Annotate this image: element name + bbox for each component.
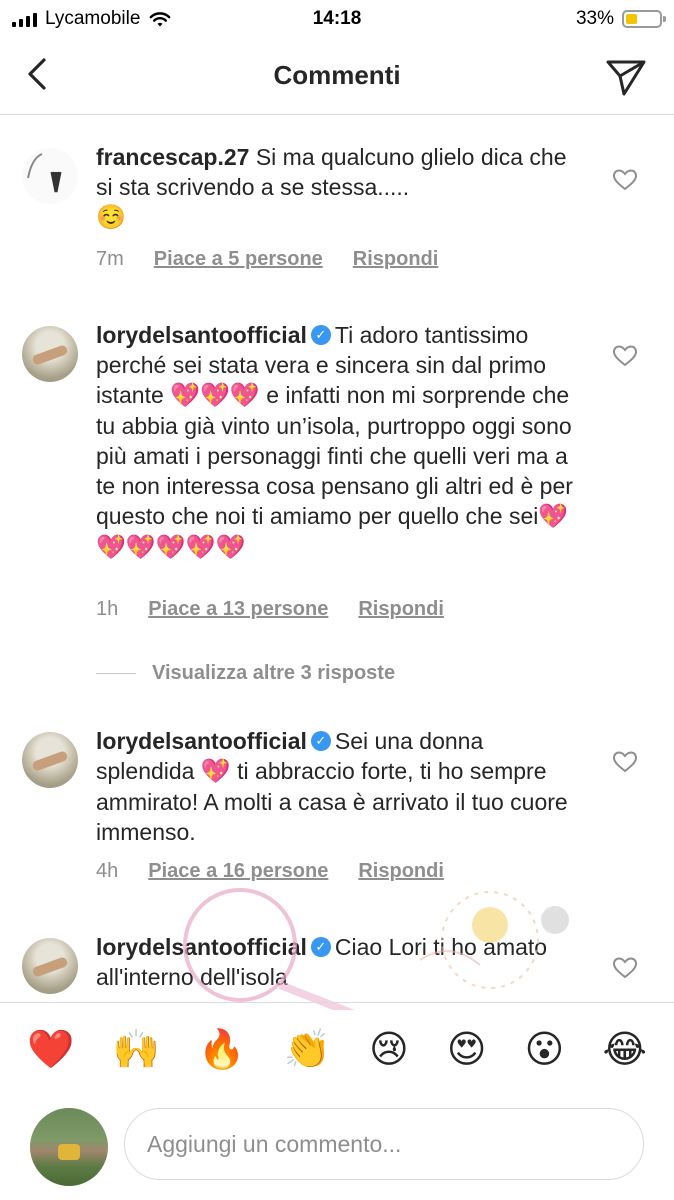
likes-link[interactable]: Piace a 13 persone [148, 598, 328, 621]
emoji-clapping-hands-icon[interactable]: 👏 [284, 1031, 331, 1069]
direct-send-icon[interactable] [604, 54, 648, 98]
comment-input[interactable] [125, 1109, 643, 1179]
comment-time: 4h [96, 860, 119, 882]
likes-link[interactable]: Piace a 16 persone [148, 860, 328, 883]
verified-badge-icon: ✓ [310, 937, 331, 958]
comment-text: lorydelsantoofficial ✓ Ti adoro tantissimo… [96, 320, 586, 563]
comment-text: francescap.27 Si ma qualcuno glielo dica… [96, 142, 586, 233]
comment-input-wrapper [124, 1108, 644, 1180]
comment-body: e infatti non mi sorprende che tu abbia … [96, 382, 573, 529]
comment-meta: 4h Piace a 16 persone Rispondi [96, 860, 444, 883]
comment-emoji: 💖💖💖 [170, 382, 260, 409]
view-more-replies[interactable]: Visualizza altre 3 risposte [96, 662, 395, 685]
emoji-heart-eyes-icon[interactable]: 😍 [447, 1031, 487, 1069]
comment-meta: 7m Piace a 5 persone Rispondi [96, 248, 438, 271]
avatar[interactable] [22, 938, 78, 994]
clock: 14:18 [312, 8, 362, 29]
like-heart-icon[interactable] [612, 344, 638, 368]
likes-link[interactable]: Piace a 5 persone [154, 248, 323, 271]
emoji-bar: ❤️ 🙌 🔥 👏 😢 😍 😮 😂 [0, 1002, 674, 1097]
emoji-crying-face-icon[interactable]: 😢 [369, 1031, 409, 1069]
comment-meta: 1h Piace a 13 persone Rispondi [96, 598, 444, 621]
comment-text: lorydelsantoofficial ✓ Ciao Lori ti ho ama… [96, 932, 586, 992]
avatar[interactable] [22, 326, 78, 382]
like-heart-icon[interactable] [612, 750, 638, 774]
like-heart-icon[interactable] [612, 956, 638, 980]
emoji-raised-hands-icon[interactable]: 🙌 [113, 1031, 160, 1069]
user-avatar [30, 1108, 108, 1186]
emoji-laughing-face-icon[interactable]: 😂 [602, 1031, 646, 1069]
status-bar: Lycamobile 14:18 33% [0, 0, 674, 38]
comment-username[interactable]: francescap.27 [96, 144, 249, 170]
comment-text: lorydelsantoofficial ✓ Sei una donna splen… [96, 726, 586, 847]
reply-link[interactable]: Rispondi [353, 248, 439, 271]
status-right: 33% [575, 8, 666, 30]
verified-badge-icon: ✓ [310, 325, 331, 346]
battery-percentage: 33% [575, 8, 614, 29]
comment-emoji: ☺️ [96, 204, 126, 231]
divider-line [96, 673, 136, 674]
view-more-replies-label: Visualizza altre 3 risposte [152, 662, 396, 684]
comment-username[interactable]: lorydelsantoofficial [96, 322, 307, 348]
page-title: Commenti [273, 60, 401, 90]
header-bar: Commenti [0, 38, 674, 115]
avatar[interactable] [22, 732, 78, 788]
comment-time: 7m [96, 248, 124, 270]
sketch-avatar-icon [27, 153, 62, 193]
battery-icon [622, 10, 666, 28]
verified-badge-icon: ✓ [310, 731, 331, 752]
avatar[interactable] [22, 148, 78, 204]
emoji-surprised-face-icon[interactable]: 😮 [525, 1031, 565, 1069]
reply-link[interactable]: Rispondi [358, 598, 444, 621]
comment-emoji: 💖 [200, 758, 231, 785]
comment-input-row [0, 1098, 674, 1200]
reply-link[interactable]: Rispondi [358, 860, 444, 883]
emoji-fire-icon[interactable]: 🔥 [198, 1031, 245, 1069]
like-heart-icon[interactable] [612, 168, 638, 192]
comment-username[interactable]: lorydelsantoofficial [96, 728, 307, 754]
comment-time: 1h [96, 598, 119, 620]
emoji-heart-icon[interactable]: ❤️ [27, 1031, 74, 1069]
comment-username[interactable]: lorydelsantoofficial [96, 934, 307, 960]
